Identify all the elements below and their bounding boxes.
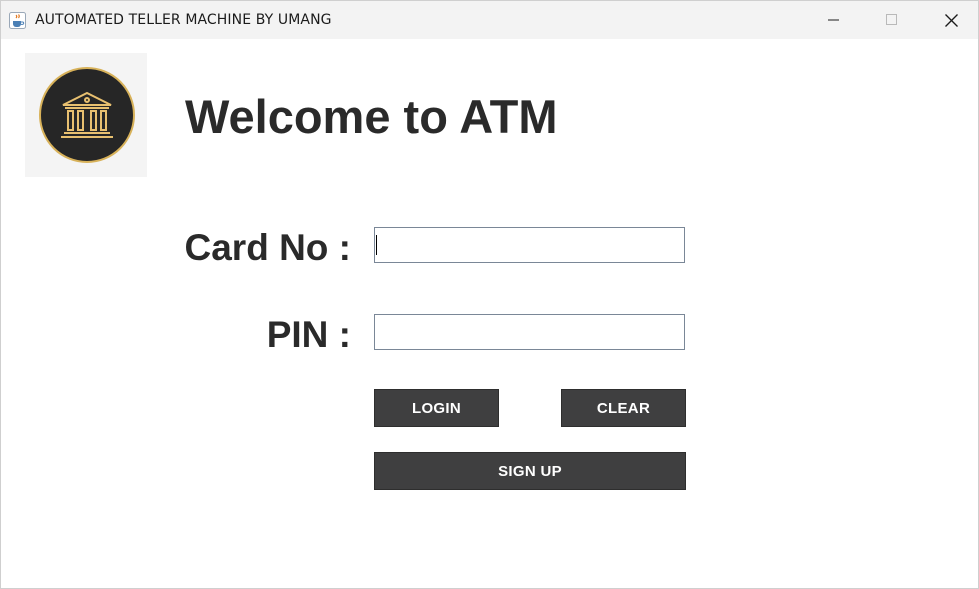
maximize-button[interactable] <box>864 1 920 39</box>
minimize-button[interactable] <box>806 1 862 39</box>
pin-input[interactable] <box>374 314 685 350</box>
window-title: AUTOMATED TELLER MACHINE BY UMANG <box>35 12 332 28</box>
pin-label: PIN : <box>266 314 351 355</box>
minimize-icon <box>828 19 839 21</box>
card-number-input[interactable] <box>374 227 685 263</box>
clear-button[interactable]: CLEAR <box>561 389 686 427</box>
atm-login-window: AUTOMATED TELLER MACHINE BY UMANG Welcom… <box>0 0 979 589</box>
page-title: Welcome to ATM <box>185 90 558 143</box>
main-panel: Welcome to ATM Card No : PIN : LOGIN CLE… <box>1 39 978 588</box>
bank-building-icon <box>61 91 113 138</box>
close-icon <box>944 13 958 27</box>
java-cup-icon <box>9 12 26 29</box>
logo-circle <box>39 67 135 163</box>
close-button[interactable] <box>923 1 979 39</box>
bank-logo <box>25 53 147 177</box>
card-number-label: Card No : <box>184 227 352 268</box>
maximize-icon <box>886 14 897 25</box>
signup-button[interactable]: SIGN UP <box>374 452 686 490</box>
text-caret <box>376 235 377 255</box>
login-button[interactable]: LOGIN <box>374 389 499 427</box>
title-bar[interactable]: AUTOMATED TELLER MACHINE BY UMANG <box>1 1 978 39</box>
